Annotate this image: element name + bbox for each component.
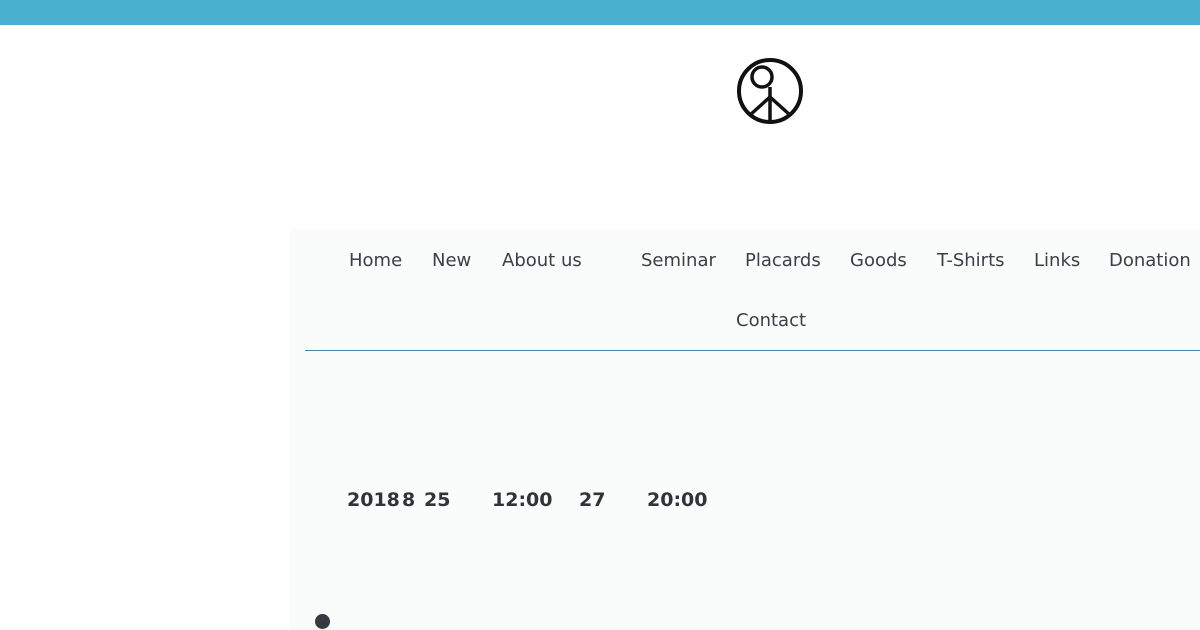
nav-placards-link[interactable]: Placards <box>745 248 821 274</box>
bullet-dot-icon <box>315 614 330 629</box>
nav-divider <box>305 350 1200 351</box>
nav-tshirts-link[interactable]: T-Shirts <box>937 248 1005 274</box>
nav-home-link[interactable]: Home <box>349 248 402 274</box>
event-start-time: 12:00 <box>492 489 553 511</box>
content-panel <box>290 230 1200 630</box>
nav-contact-link[interactable]: Contact <box>736 308 806 334</box>
nav-about-link[interactable]: About us <box>502 248 582 274</box>
event-end-day: 27 <box>579 489 606 511</box>
event-month: 8 <box>402 489 416 511</box>
nav-links-link[interactable]: Links <box>1034 248 1080 274</box>
top-accent-bar <box>0 0 1200 25</box>
event-start-day: 25 <box>424 489 451 511</box>
nav-new-link[interactable]: New <box>432 248 471 274</box>
nav-donation-link[interactable]: Donation <box>1109 248 1191 274</box>
peace-symbol-icon[interactable] <box>736 57 804 125</box>
nav-seminar-link[interactable]: Seminar <box>641 248 716 274</box>
event-year: 2018 <box>347 489 400 511</box>
nav-goods-link[interactable]: Goods <box>850 248 907 274</box>
event-end-time: 20:00 <box>647 489 708 511</box>
